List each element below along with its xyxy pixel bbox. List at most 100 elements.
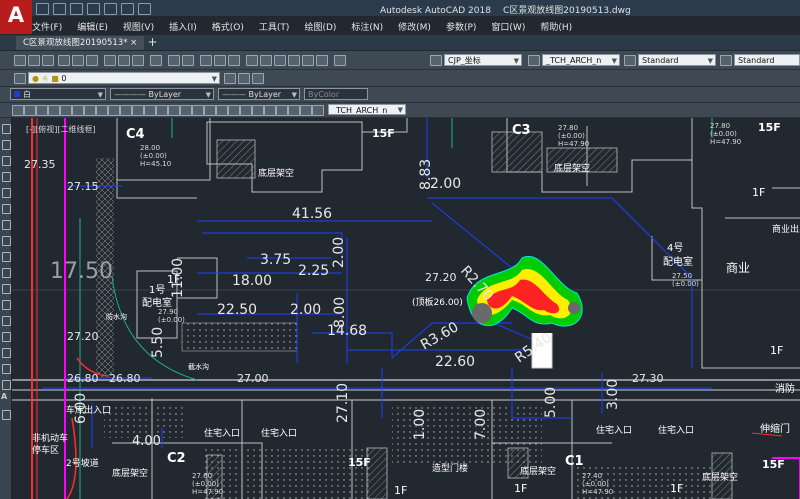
preview-icon[interactable] (72, 55, 84, 66)
toolpalette-icon[interactable] (274, 55, 286, 66)
polar-icon[interactable] (276, 105, 288, 116)
extend-icon[interactable] (2, 284, 11, 294)
menu-dimension[interactable]: 标注(N) (351, 20, 383, 33)
saveas-icon[interactable] (87, 3, 100, 15)
dimstyle-icon[interactable] (312, 105, 324, 116)
menu-edit[interactable]: 编辑(E) (77, 20, 108, 33)
menu-help[interactable]: 帮助(H) (540, 20, 572, 33)
file-tab[interactable]: C区景观放线图20190513* × (16, 36, 145, 50)
revcloud-icon[interactable] (96, 105, 108, 116)
redo-icon[interactable] (138, 3, 151, 15)
layer-properties-icon[interactable] (14, 73, 26, 84)
layer-state-icon[interactable] (252, 73, 264, 84)
mirror-icon[interactable] (2, 156, 11, 166)
hatch-edit-icon[interactable] (2, 380, 11, 390)
properties-icon[interactable] (246, 55, 258, 66)
osnap-icon[interactable] (252, 105, 264, 116)
grid-icon[interactable] (288, 105, 300, 116)
dim-style-combo[interactable]: _TCH_ARCH_n ▼ (542, 54, 620, 66)
point-icon[interactable] (168, 105, 180, 116)
sheetset-icon[interactable] (288, 55, 300, 66)
move-icon[interactable] (2, 204, 11, 214)
rectangle-icon[interactable] (60, 105, 72, 116)
arc-icon[interactable] (72, 105, 84, 116)
menu-format[interactable]: 格式(O) (212, 20, 244, 33)
ellipse-arc-icon[interactable] (132, 105, 144, 116)
new-icon[interactable] (36, 3, 49, 15)
text-tool-icon[interactable]: A (1, 392, 7, 401)
array-icon[interactable] (2, 188, 11, 198)
designcenter-icon[interactable] (260, 55, 272, 66)
copy-icon[interactable] (118, 55, 130, 66)
layer-previous-icon[interactable] (238, 73, 250, 84)
help-icon[interactable] (334, 55, 346, 66)
linetype-combo[interactable]: ———— ByLayer ▼ (110, 88, 214, 100)
undo-icon[interactable] (168, 55, 180, 66)
ortho-icon[interactable] (264, 105, 276, 116)
close-icon[interactable]: × (130, 38, 137, 48)
dim-style-icon[interactable] (528, 55, 540, 66)
polygon-icon[interactable] (48, 105, 60, 116)
menu-view[interactable]: 视图(V) (123, 20, 154, 33)
save-icon[interactable] (70, 3, 83, 15)
menu-tools[interactable]: 工具(T) (259, 20, 290, 33)
lineweight-combo[interactable]: ——— ByLayer ▼ (218, 88, 300, 100)
matchprop-icon[interactable] (150, 55, 162, 66)
text-style-icon[interactable] (430, 55, 442, 66)
markup-icon[interactable] (302, 55, 314, 66)
make-block-icon[interactable] (156, 105, 168, 116)
trim-icon[interactable] (2, 268, 11, 278)
dim-style-combo-2[interactable]: _TCH_ARCH_n ▼ (328, 104, 406, 115)
menu-insert[interactable]: 插入(I) (169, 20, 197, 33)
redo-icon[interactable] (182, 55, 194, 66)
menu-modify[interactable]: 修改(M) (398, 20, 431, 33)
mtext-icon[interactable] (228, 105, 240, 116)
color-combo[interactable]: 白 ▼ (10, 88, 106, 100)
fillet-icon[interactable] (2, 348, 11, 358)
table-style-icon[interactable] (624, 55, 636, 66)
layer-walk-icon[interactable] (2, 410, 11, 420)
ellipse-icon[interactable] (120, 105, 132, 116)
make-current-icon[interactable] (224, 73, 236, 84)
insert-block-icon[interactable] (144, 105, 156, 116)
zoom-window-icon[interactable] (228, 55, 240, 66)
menu-file[interactable]: 文件(F) (32, 20, 62, 33)
menu-draw[interactable]: 绘图(D) (304, 20, 336, 33)
publish-icon[interactable] (86, 55, 98, 66)
autocad-logo[interactable]: A (0, 0, 32, 34)
cut-icon[interactable] (104, 55, 116, 66)
line-icon[interactable] (12, 105, 24, 116)
viewport-controls[interactable]: [-][俯视][二维线框] (26, 124, 96, 135)
offset-icon[interactable] (2, 172, 11, 182)
mleader-style-icon[interactable] (720, 55, 732, 66)
open-icon[interactable] (53, 3, 66, 15)
chamfer-icon[interactable] (2, 332, 11, 342)
table-style-combo[interactable]: Standard ▼ (638, 54, 716, 66)
menu-parametric[interactable]: 参数(P) (446, 20, 476, 33)
scale-icon[interactable] (2, 236, 11, 246)
new-tab-button[interactable]: + (146, 36, 159, 49)
plot-icon[interactable] (58, 55, 70, 66)
paste-icon[interactable] (132, 55, 144, 66)
break-icon[interactable] (2, 300, 11, 310)
text-style-combo[interactable]: CJP_坐标 ▼ (444, 54, 522, 66)
qnew-icon[interactable] (14, 55, 26, 66)
quickcalc-icon[interactable] (316, 55, 328, 66)
polyline-icon[interactable] (36, 105, 48, 116)
explode-icon[interactable] (2, 364, 11, 374)
xline-icon[interactable] (24, 105, 36, 116)
copy-object-icon[interactable] (2, 140, 11, 150)
region-icon[interactable] (204, 105, 216, 116)
pan-icon[interactable] (200, 55, 212, 66)
stretch-icon[interactable] (2, 252, 11, 262)
print-icon[interactable] (104, 3, 117, 15)
layer-combo[interactable]: ● ☼ ■ 0 ▼ (28, 72, 220, 84)
table-icon[interactable] (216, 105, 228, 116)
circle-icon[interactable] (84, 105, 96, 116)
erase-icon[interactable] (2, 124, 11, 134)
mleader-style-combo[interactable]: Standard (734, 54, 800, 66)
spline-icon[interactable] (108, 105, 120, 116)
dimlinear-icon[interactable] (300, 105, 312, 116)
rotate-icon[interactable] (2, 220, 11, 230)
snap-icon[interactable] (240, 105, 252, 116)
